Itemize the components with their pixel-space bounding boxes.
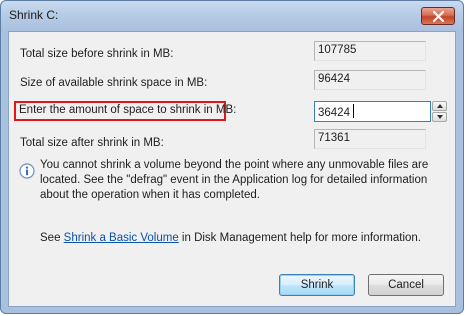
help-text: See Shrink a Basic Volume in Disk Manage… xyxy=(40,232,421,244)
spin-down-button[interactable] xyxy=(432,112,447,122)
help-link[interactable]: Shrink a Basic Volume xyxy=(64,232,179,244)
spin-up-button[interactable] xyxy=(432,101,447,111)
info-message: You cannot shrink a volume beyond the po… xyxy=(40,159,429,201)
info-icon xyxy=(19,163,35,179)
shrink-dialog: Shrink C: Total size before shrink in MB… xyxy=(0,0,464,314)
total-after-label: Total size after shrink in MB: xyxy=(20,137,164,149)
chevron-up-icon xyxy=(437,104,443,108)
window-title: Shrink C: xyxy=(9,8,59,22)
help-suffix: in Disk Management help for more informa… xyxy=(178,232,421,244)
cancel-button[interactable]: Cancel xyxy=(368,274,444,296)
title-bar[interactable]: Shrink C: xyxy=(1,1,463,31)
text-caret xyxy=(353,104,354,118)
available-space-label: Size of available shrink space in MB: xyxy=(20,77,208,89)
dialog-body: Total size before shrink in MB: 107785 S… xyxy=(8,31,456,307)
help-prefix: See xyxy=(40,232,64,244)
shrink-amount-input[interactable] xyxy=(314,101,431,122)
close-icon xyxy=(433,11,444,22)
close-button[interactable] xyxy=(421,7,455,25)
total-before-value: 107785 xyxy=(314,41,426,61)
available-space-value: 96424 xyxy=(314,70,426,90)
chevron-down-icon xyxy=(437,115,443,119)
shrink-button[interactable]: Shrink xyxy=(279,274,355,296)
total-before-label: Total size before shrink in MB: xyxy=(20,48,174,60)
shrink-amount-label: Enter the amount of space to shrink in M… xyxy=(19,104,237,116)
total-after-value: 71361 xyxy=(314,129,426,149)
shrink-amount-stepper[interactable] xyxy=(314,101,447,122)
